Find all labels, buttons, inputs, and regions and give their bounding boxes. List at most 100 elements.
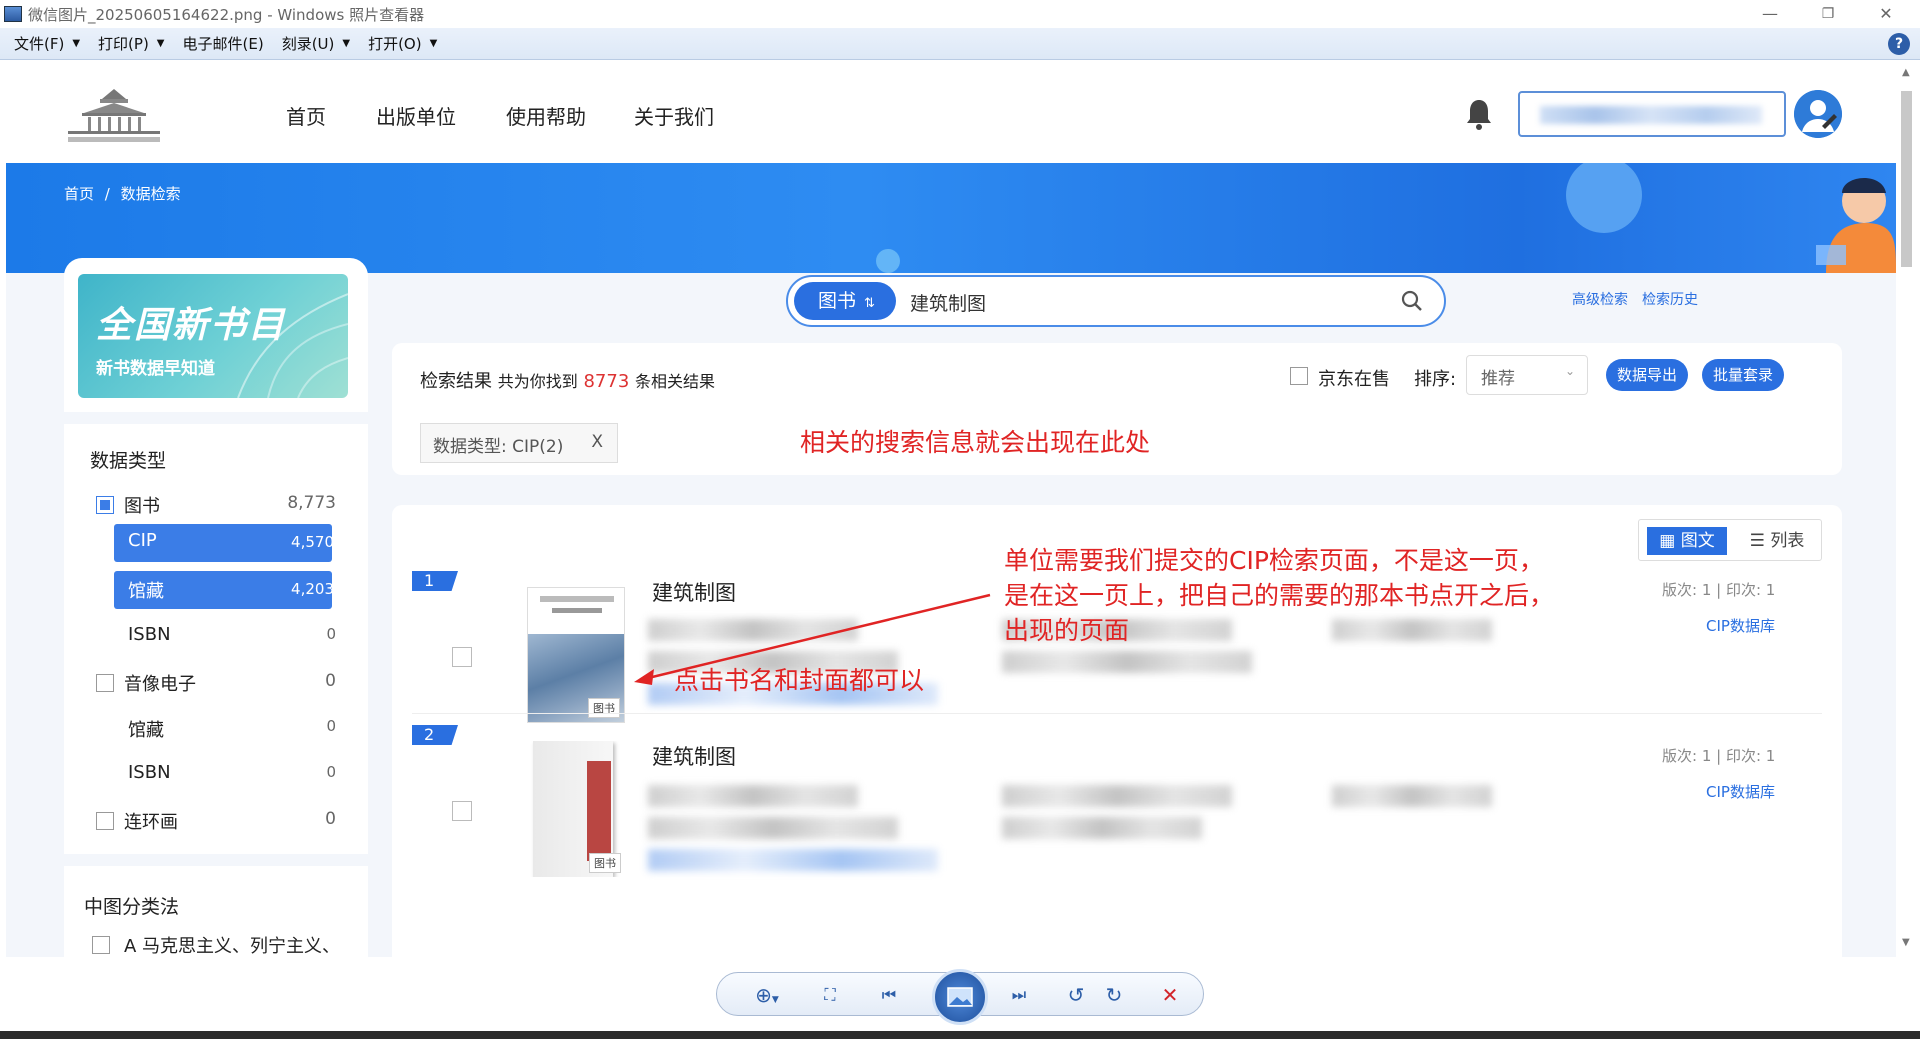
- menu-file[interactable]: 文件(F) ▼: [14, 33, 80, 54]
- next-icon[interactable]: ⏭: [997, 981, 1041, 1009]
- search-type-label: 图书: [818, 290, 857, 312]
- class-a-label[interactable]: A 马克思主义、列宁主义、: [124, 932, 340, 957]
- menu-open[interactable]: 打开(O) ▼: [368, 33, 437, 54]
- user-info-box[interactable]: [1518, 91, 1786, 137]
- sidebar-item-collection[interactable]: 馆藏 4,203: [64, 569, 368, 609]
- sidebar-item-label: 音像电子: [124, 674, 196, 695]
- breadcrumb: 首页 / 数据检索: [64, 183, 181, 204]
- results-found-prefix: 共为你找到: [497, 372, 578, 391]
- redacted-username: [1540, 106, 1762, 124]
- menu-burn-label: 刻录(U): [281, 35, 335, 53]
- annotation-search-info: 相关的搜索信息就会出现在此处: [800, 428, 1151, 457]
- nav-help[interactable]: 使用帮助: [506, 101, 586, 130]
- batch-import-button[interactable]: 批量套录: [1702, 359, 1784, 391]
- search-history-link[interactable]: 检索历史: [1642, 289, 1698, 309]
- previous-icon[interactable]: ⏮: [867, 981, 911, 1009]
- class-a-checkbox[interactable]: [92, 936, 110, 954]
- chevron-down-icon: ▼: [342, 38, 351, 49]
- slideshow-icon: [947, 987, 973, 1007]
- delete-icon[interactable]: ✕: [1155, 981, 1185, 1009]
- sidebar-divider: [64, 854, 368, 866]
- search-input[interactable]: 建筑制图: [910, 289, 986, 316]
- slideshow-button[interactable]: [932, 969, 988, 1025]
- annotation-click-hint: 点击书名和封面都可以: [674, 666, 925, 695]
- annotation-arrow: [634, 593, 991, 685]
- sort-label: 排序:: [1414, 369, 1457, 390]
- results-list-card: ▦ 图文 ☰ 列表 1 图书 建筑制图 版次: 1 | 印次: 1 CIP数据库…: [392, 505, 1842, 957]
- classification-heading: 中图分类法: [84, 896, 180, 918]
- comic-checkbox[interactable]: [96, 812, 114, 830]
- search-bar: 图书 ⇅ 建筑制图: [786, 275, 1446, 327]
- sidebar-item-comic[interactable]: 连环画 0: [64, 800, 368, 840]
- breadcrumb-current: 数据检索: [120, 185, 181, 203]
- book-checkbox[interactable]: [96, 496, 114, 514]
- menu-open-label: 打开(O): [368, 35, 422, 53]
- chevron-down-icon: ⌄: [1564, 364, 1575, 378]
- bell-icon[interactable]: [1464, 97, 1494, 131]
- results-header-card: 检索结果 共为你找到 8773 条相关结果 京东在售 排序: 推荐 ⌄ 数据导出…: [392, 343, 1842, 475]
- rotate-left-icon[interactable]: ↺: [1061, 981, 1091, 1009]
- sidebar-item-label: 连环画: [124, 812, 178, 833]
- sort-select[interactable]: 推荐 ⌄: [1466, 355, 1588, 395]
- sidebar-item-label: 馆藏: [128, 720, 164, 741]
- zoom-icon[interactable]: ⊕▼: [747, 981, 787, 1009]
- sidebar-item-book[interactable]: 图书 8,773: [64, 484, 368, 524]
- nav-home[interactable]: 首页: [286, 101, 326, 130]
- filter-tag[interactable]: 数据类型: CIP(2) X: [420, 423, 618, 463]
- filter-sidebar: 全国新书目 新书数据早知道 数据类型 图书 8,773 CIP 4,570 馆藏…: [64, 258, 368, 957]
- banner-decoration-circle: [1566, 163, 1642, 233]
- scroll-up-icon[interactable]: ▲: [1902, 67, 1910, 78]
- sidebar-item-count: 4,203: [291, 580, 334, 598]
- menu-print-label: 打印(P): [98, 35, 149, 53]
- sidebar-item-av-isbn[interactable]: ISBN 0: [64, 754, 368, 794]
- promo-title: 全国新书目: [96, 304, 287, 346]
- menu-email-label: 电子邮件(E): [182, 35, 264, 53]
- library-logo[interactable]: [62, 87, 166, 145]
- sidebar-item-count: 0: [326, 717, 336, 735]
- close-icon[interactable]: X: [591, 432, 603, 452]
- jd-checkbox[interactable]: [1290, 367, 1308, 385]
- sidebar-item-av[interactable]: 音像电子 0: [64, 662, 368, 702]
- results-summary: 检索结果 共为你找到 8773 条相关结果: [420, 367, 715, 393]
- advanced-search-link[interactable]: 高级检索: [1572, 289, 1628, 309]
- scroll-down-icon[interactable]: ▼: [1902, 937, 1910, 948]
- search-icon[interactable]: [1400, 289, 1424, 313]
- sidebar-item-isbn[interactable]: ISBN 0: [64, 616, 368, 656]
- chevron-down-icon: ▼: [72, 38, 81, 49]
- rotate-right-icon[interactable]: ↻: [1099, 981, 1129, 1009]
- help-button[interactable]: ?: [1888, 33, 1910, 55]
- breadcrumb-separator: /: [104, 185, 110, 203]
- close-window-button[interactable]: ✕: [1866, 2, 1906, 26]
- av-checkbox[interactable]: [96, 674, 114, 692]
- minimize-button[interactable]: —: [1750, 2, 1790, 26]
- sidebar-item-av-collection[interactable]: 馆藏 0: [64, 708, 368, 748]
- nav-about[interactable]: 关于我们: [634, 101, 714, 130]
- sidebar-item-label: 图书: [124, 496, 160, 517]
- window-titlebar: 微信图片_20250605164622.png - Windows 照片查看器 …: [0, 0, 1920, 28]
- sidebar-item-count: 0: [326, 763, 336, 781]
- fit-window-icon[interactable]: ⛶: [815, 981, 845, 1009]
- breadcrumb-home[interactable]: 首页: [64, 185, 94, 203]
- results-label: 检索结果: [420, 371, 492, 392]
- menu-email[interactable]: 电子邮件(E): [183, 33, 264, 54]
- scrollbar-thumb[interactable]: [1901, 91, 1912, 267]
- menu-print[interactable]: 打印(P) ▼: [98, 33, 164, 54]
- window-title: 微信图片_20250605164622.png - Windows 照片查看器: [28, 5, 425, 24]
- jd-label: 京东在售: [1318, 369, 1390, 390]
- menu-burn[interactable]: 刻录(U) ▼: [282, 33, 350, 54]
- search-type-toggle[interactable]: 图书 ⇅: [794, 282, 896, 320]
- export-button[interactable]: 数据导出: [1606, 359, 1688, 391]
- sidebar-item-cip[interactable]: CIP 4,570: [64, 522, 368, 562]
- avatar[interactable]: [1794, 90, 1842, 138]
- vertical-scrollbar[interactable]: ▲ ▼: [1896, 61, 1920, 957]
- sort-value: 推荐: [1481, 369, 1515, 389]
- restore-button[interactable]: ❐: [1808, 2, 1848, 26]
- swap-icon: ⇅: [864, 296, 875, 311]
- nav-publishers[interactable]: 出版单位: [376, 101, 456, 130]
- results-count: 8773: [583, 371, 630, 392]
- sidebar-item-count: 4,570: [291, 533, 334, 551]
- promo-subtitle: 新书数据早知道: [96, 359, 215, 379]
- sidebar-item-label: ISBN: [128, 624, 171, 645]
- promo-banner[interactable]: 全国新书目 新书数据早知道: [78, 274, 348, 398]
- sidebar-item-count: 0: [326, 625, 336, 643]
